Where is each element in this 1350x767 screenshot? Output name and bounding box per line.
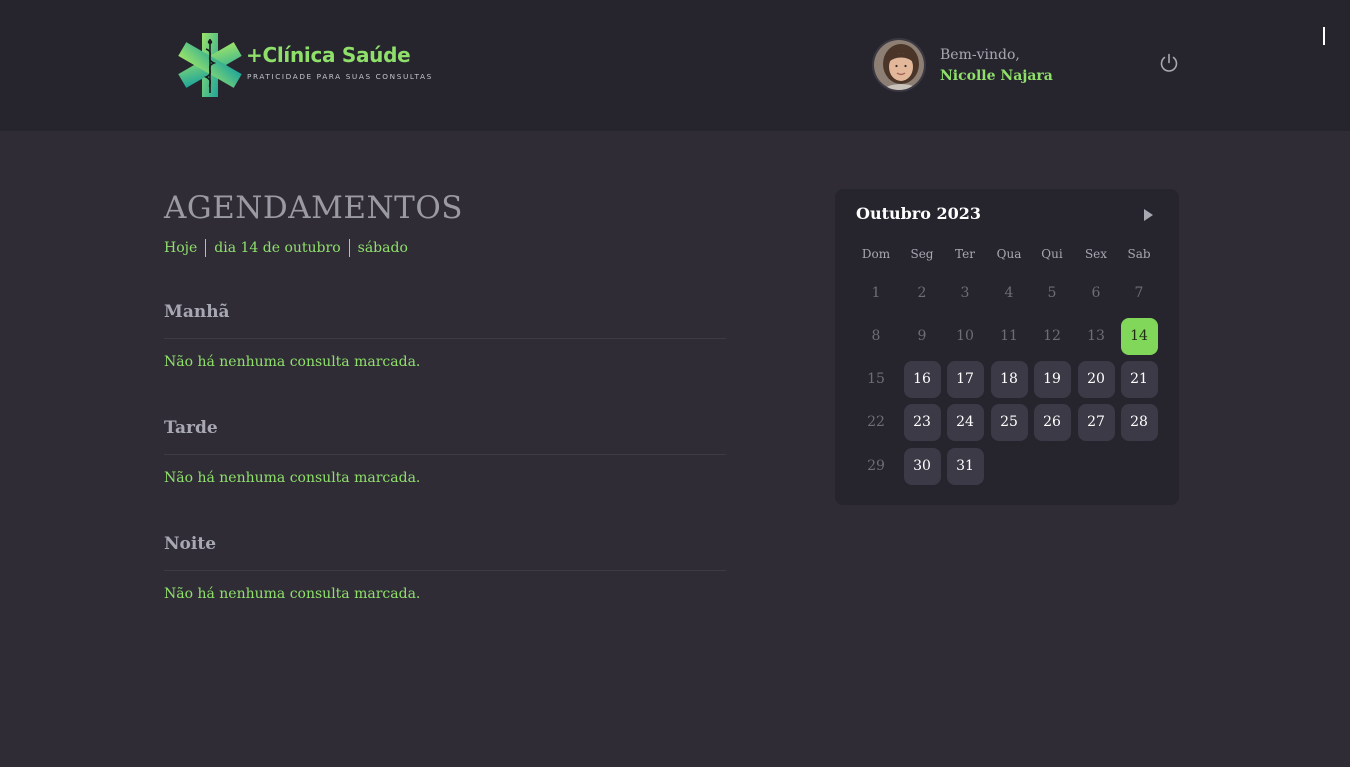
calendar-day[interactable]: 17: [946, 360, 984, 398]
divider: [348, 239, 350, 257]
calendar-day[interactable]: 18: [990, 360, 1028, 398]
period-title: Tarde: [164, 418, 218, 438]
calendar-weekday-header: Qua: [996, 247, 1022, 261]
calendar-day: 1: [871, 285, 881, 301]
calendar-day: 6: [1091, 285, 1101, 301]
divider: [164, 338, 726, 339]
calendar-weekday-header: Seg: [910, 247, 934, 261]
next-month-icon[interactable]: [1139, 206, 1157, 224]
period-title: Noite: [164, 534, 217, 554]
period-title: Manhã: [164, 302, 230, 322]
calendar-month-label: Outubro 2023: [856, 204, 981, 223]
calendar-day: 4: [1004, 285, 1014, 301]
period-afternoon: Tarde Não há nenhuma consulta marcada.: [164, 418, 726, 498]
calendar-day: 22: [867, 414, 885, 430]
calendar-day: 3: [960, 285, 970, 301]
empty-schedule-message: Não há nenhuma consulta marcada.: [164, 470, 421, 486]
text-cursor: [1323, 27, 1325, 45]
calendar-day: 29: [867, 458, 885, 474]
calendar-weekday-header: Ter: [955, 247, 975, 261]
calendar-day: 12: [1043, 328, 1061, 344]
calendar-day: 9: [917, 328, 927, 344]
divider: [164, 454, 726, 455]
user-avatar[interactable]: [872, 38, 926, 92]
date-label: dia 14 de outubro: [214, 240, 341, 256]
divider: [164, 570, 726, 571]
logo-tagline: PRATICIDADE PARA SUAS CONSULTAS: [247, 72, 433, 81]
calendar-day[interactable]: 28: [1120, 403, 1158, 441]
user-name: Nicolle Najara: [940, 68, 1053, 84]
calendar-day: 2: [917, 285, 927, 301]
period-morning: Manhã Não há nenhuma consulta marcada.: [164, 302, 726, 382]
calendar-day: 7: [1134, 285, 1144, 301]
period-night: Noite Não há nenhuma consulta marcada.: [164, 534, 726, 614]
calendar-weekday-header: Qui: [1041, 247, 1063, 261]
today-label: Hoje: [164, 240, 198, 256]
logo-title: +Clínica Saúde: [246, 43, 411, 67]
divider: [205, 239, 207, 257]
page-title: AGENDAMENTOS: [164, 190, 463, 226]
calendar-weekday-header: Dom: [861, 247, 891, 261]
weekday-label: sábado: [357, 240, 408, 256]
clinic-logo[interactable]: +Clínica Saúde PRATICIDADE PARA SUAS CON…: [178, 33, 431, 97]
calendar-day[interactable]: 26: [1033, 403, 1071, 441]
calendar-day[interactable]: 27: [1077, 403, 1115, 441]
caduceus-icon: [178, 33, 242, 97]
date-breadcrumb: Hoje dia 14 de outubro sábado: [164, 239, 408, 257]
calendar-day: 8: [871, 328, 881, 344]
calendar-day[interactable]: 24: [946, 403, 984, 441]
calendar-day: 5: [1047, 285, 1057, 301]
greeting-text: Bem-vindo,: [940, 47, 1020, 63]
calendar-day[interactable]: 30: [903, 447, 941, 485]
calendar-day[interactable]: 16: [903, 360, 941, 398]
calendar-day[interactable]: 19: [1033, 360, 1071, 398]
calendar-weekday-header: Sex: [1084, 247, 1108, 261]
calendar-day-selected[interactable]: 14: [1120, 317, 1158, 355]
calendar-day: 15: [867, 371, 885, 387]
calendar-widget: Outubro 2023 Dom Seg Ter Qua Qui Sex Sab 1 2 3 4 5 6…: [835, 189, 1179, 505]
calendar-day[interactable]: 21: [1120, 360, 1158, 398]
calendar-day: 13: [1087, 328, 1105, 344]
calendar-day[interactable]: 31: [946, 447, 984, 485]
calendar-day[interactable]: 25: [990, 403, 1028, 441]
power-icon[interactable]: [1158, 52, 1180, 74]
app-header: +Clínica Saúde PRATICIDADE PARA SUAS CON…: [0, 0, 1350, 131]
calendar-weekday-header: Sab: [1127, 247, 1151, 261]
calendar-day[interactable]: 23: [903, 403, 941, 441]
empty-schedule-message: Não há nenhuma consulta marcada.: [164, 586, 421, 602]
calendar-day[interactable]: 20: [1077, 360, 1115, 398]
empty-schedule-message: Não há nenhuma consulta marcada.: [164, 354, 421, 370]
avatar-photo: [874, 40, 924, 90]
calendar-day: 11: [1000, 328, 1018, 344]
user-greeting: Bem-vindo, Nicolle Najara: [940, 45, 1053, 87]
calendar-day: 10: [956, 328, 974, 344]
